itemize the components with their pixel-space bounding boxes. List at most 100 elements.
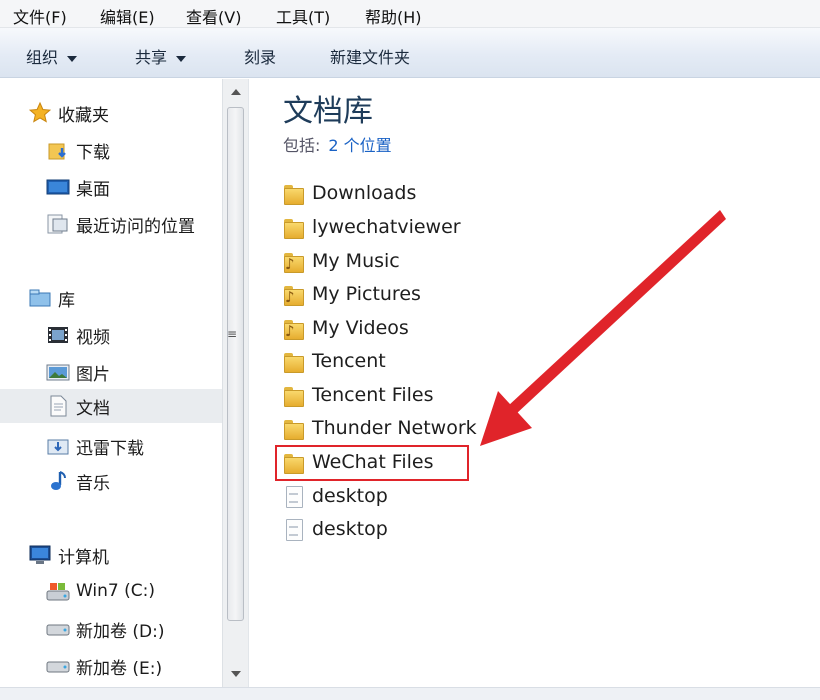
video-folder-icon: ♪ [283,317,305,340]
chevron-down-icon [176,55,187,62]
new-folder-button[interactable]: 新建文件夹 [330,44,410,68]
file-name: My Music [312,250,400,272]
thunder-download-icon [46,434,70,458]
scroll-grip-icon: ≡ [227,327,238,341]
command-bar: 组织 共享 刻录 新建文件夹 [0,28,820,78]
scroll-down-arrow-icon[interactable] [231,671,241,677]
burn-button[interactable]: 刻录 [244,44,276,68]
file-item[interactable]: desktop [283,514,388,544]
nav-item-documents[interactable]: 文档 [0,389,222,423]
music-folder-icon: ♪ [283,250,305,273]
library-title: 文档库 [283,94,373,129]
library-includes: 包括: 2 个位置 [283,132,392,156]
nav-item-label: 视频 [76,327,110,348]
nav-item-label: 桌面 [76,179,110,200]
scroll-up-arrow-icon[interactable] [231,89,241,95]
share-label: 共享 [135,48,168,67]
pane-divider[interactable] [248,79,249,687]
music-note-icon [46,469,70,493]
menu-tools[interactable]: 工具(T) [276,4,330,28]
document-icon [46,394,70,418]
highlight-box [275,445,469,481]
nav-item-label: 迅雷下载 [76,438,144,459]
file-name: Downloads [312,182,417,204]
navigation-pane: 收藏夹 下载 桌面 最近访问的位置 库 视频 图片 文档 迅雷下载 音乐 计算机… [0,79,222,700]
menu-help[interactable]: 帮助(H) [365,4,422,28]
share-button[interactable]: 共享 [135,44,187,68]
picture-folder-icon: ♪ [283,283,305,306]
hard-drive-icon [46,654,70,678]
desktop-icon [46,175,70,199]
file-name: My Pictures [312,283,421,305]
file-name: Thunder Network [312,417,477,439]
nav-item-label: 下载 [76,142,110,163]
nav-libraries[interactable]: 库 [0,281,222,315]
nav-favorites[interactable]: 收藏夹 [0,96,222,130]
status-bar [0,687,820,700]
downloads-folder-icon [46,138,70,162]
file-item[interactable]: ♪ My Music [283,246,400,276]
nav-item-recent-places[interactable]: 最近访问的位置 [0,207,222,241]
file-item[interactable]: ♪ My Videos [283,313,409,343]
nav-item-label: 音乐 [76,473,110,494]
file-item[interactable]: Downloads [283,178,416,208]
settings-file-icon [283,485,305,508]
recent-places-icon [46,212,70,236]
nav-item-label: 新加卷 (D:) [76,621,165,642]
nav-item-drive-c[interactable]: Win7 (C:) [0,574,222,608]
video-icon [46,323,70,347]
nav-item-label: 新加卷 (E:) [76,658,163,679]
libraries-icon [28,286,52,310]
nav-item-label: 文档 [76,398,110,419]
nav-favorites-label: 收藏夹 [58,105,109,126]
nav-item-desktop[interactable]: 桌面 [0,170,222,204]
file-item[interactable]: lywechatviewer [283,212,461,242]
nav-libraries-label: 库 [58,290,75,311]
file-name: Tencent Files [312,384,434,406]
folder-icon [283,350,305,373]
menu-bar: 文件(F) 编辑(E) 查看(V) 工具(T) 帮助(H) [0,0,820,28]
file-name: desktop [312,485,388,507]
organize-button[interactable]: 组织 [26,44,78,68]
nav-item-thunder-downloads[interactable]: 迅雷下载 [0,429,222,463]
hard-drive-icon [46,617,70,641]
file-item[interactable]: Thunder Network [283,413,477,443]
file-name: desktop [312,518,388,540]
file-item[interactable]: Tencent Files [283,380,433,410]
folder-icon [283,182,305,205]
chevron-down-icon [67,55,78,62]
file-name: My Videos [312,317,409,339]
nav-item-drive-e[interactable]: 新加卷 (E:) [0,649,222,683]
system-drive-icon [46,579,70,603]
file-name: Tencent [312,350,386,372]
nav-item-label: 最近访问的位置 [76,216,195,237]
file-item[interactable]: desktop [283,481,388,511]
settings-file-icon [283,518,305,541]
nav-item-label: 图片 [76,364,110,385]
nav-item-label: Win7 (C:) [76,581,156,601]
nav-item-drive-d[interactable]: 新加卷 (D:) [0,612,222,646]
nav-scrollbar[interactable]: ≡ [222,79,248,687]
menu-file[interactable]: 文件(F) [13,4,67,28]
nav-item-pictures[interactable]: 图片 [0,355,222,389]
organize-label: 组织 [26,48,59,67]
includes-locations-link[interactable]: 2 个位置 [328,136,391,155]
file-item[interactable]: ♪ My Pictures [283,279,421,309]
folder-icon [283,384,305,407]
folder-icon [283,216,305,239]
menu-view[interactable]: 查看(V) [186,4,241,28]
nav-computer-label: 计算机 [58,547,109,568]
nav-item-music[interactable]: 音乐 [0,464,222,498]
file-name: lywechatviewer [312,216,461,238]
file-item[interactable]: Tencent [283,346,386,376]
star-icon [28,101,52,125]
menu-edit[interactable]: 编辑(E) [100,4,155,28]
folder-icon [283,417,305,440]
computer-icon [28,543,52,567]
nav-item-downloads[interactable]: 下载 [0,133,222,167]
includes-label: 包括: [283,136,321,155]
nav-computer[interactable]: 计算机 [0,538,222,572]
scroll-thumb[interactable] [227,107,244,621]
picture-icon [46,360,70,384]
nav-item-videos[interactable]: 视频 [0,318,222,352]
